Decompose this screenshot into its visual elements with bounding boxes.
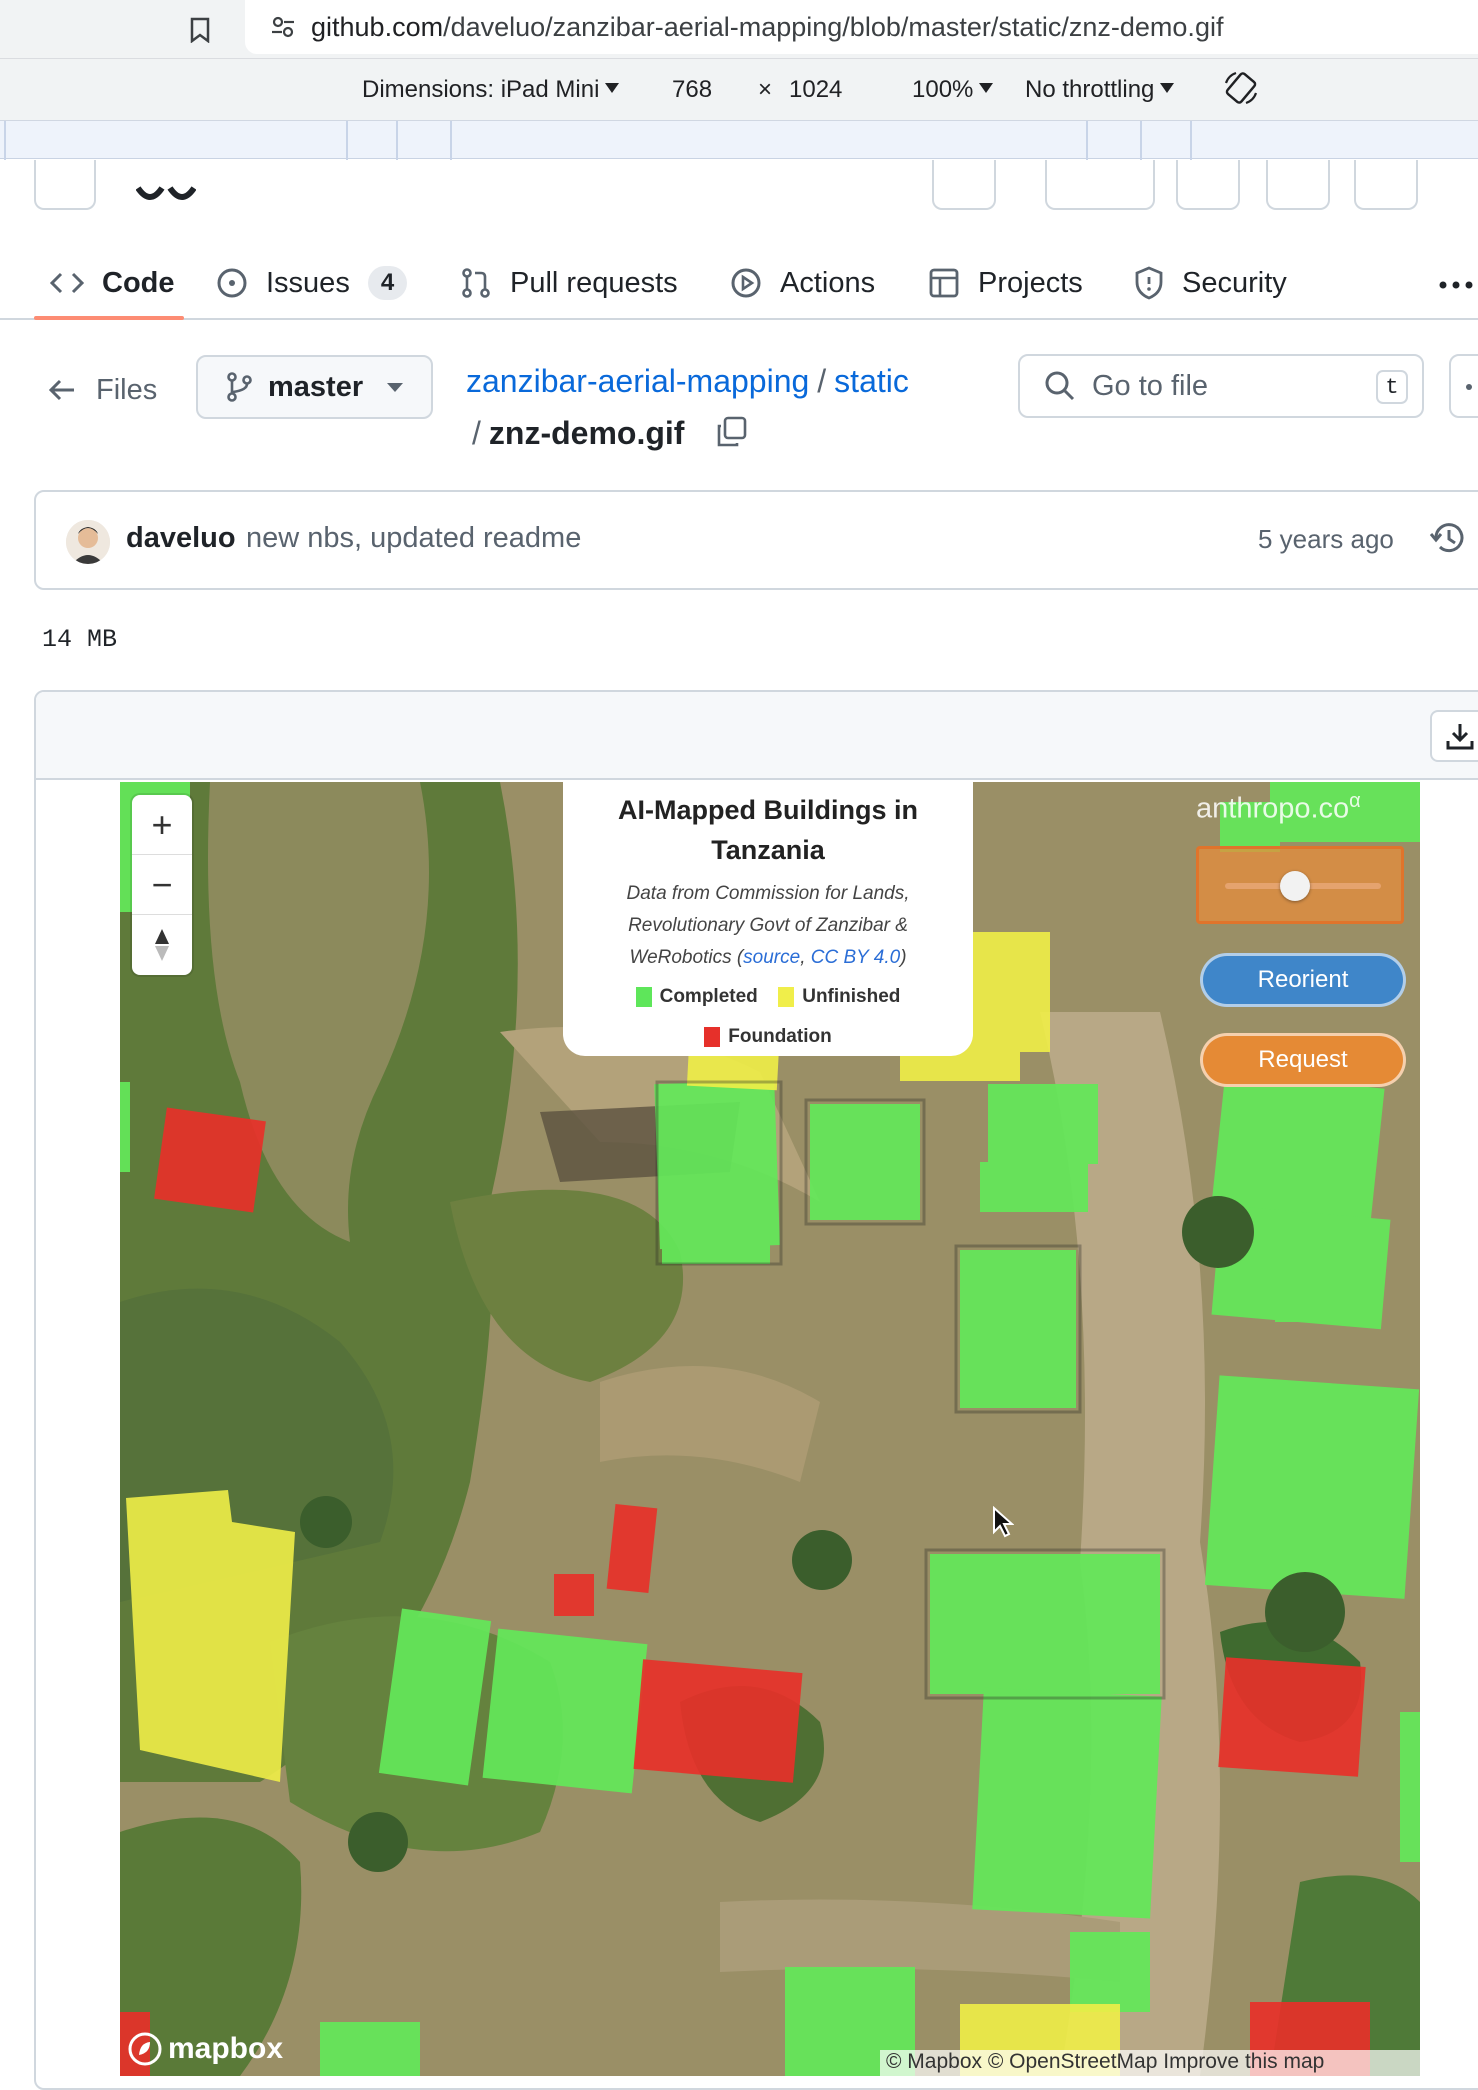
legend-items: Completed Unfinished bbox=[563, 986, 973, 1012]
copy-icon[interactable] bbox=[715, 415, 749, 449]
media-query-ruler[interactable] bbox=[0, 120, 1478, 160]
legend-item-foundation: Foundation bbox=[704, 1026, 832, 1048]
slider-handle[interactable] bbox=[1280, 871, 1311, 901]
chevron-down-icon bbox=[387, 382, 404, 392]
commit-message-link[interactable]: new nbs, updated readme bbox=[246, 522, 581, 555]
width-input[interactable]: 768 bbox=[672, 76, 712, 104]
branch-icon bbox=[227, 372, 252, 402]
chevron-down-icon bbox=[979, 83, 994, 93]
create-button[interactable] bbox=[1176, 160, 1240, 210]
tab-actions[interactable]: Actions bbox=[730, 258, 875, 308]
zoom-select[interactable]: 100% bbox=[912, 76, 994, 104]
legend-item-completed: Completed bbox=[635, 986, 758, 1008]
keyboard-shortcut-badge: t bbox=[1376, 370, 1408, 404]
map-zoom-control: + − bbox=[132, 795, 192, 975]
map-legend: AI-Mapped Buildings in Tanzania Data from… bbox=[563, 782, 973, 1056]
history-icon[interactable] bbox=[1428, 518, 1468, 563]
zoom-out-button[interactable]: − bbox=[132, 855, 192, 915]
tab-code[interactable]: Code bbox=[50, 258, 175, 308]
breadcrumb-folder-link[interactable]: static bbox=[834, 363, 909, 399]
tab-label: Code bbox=[102, 266, 175, 299]
repo-nav: Code Issues 4 Pull requests Actions Proj… bbox=[0, 210, 1478, 320]
tab-issues[interactable]: Issues 4 bbox=[216, 258, 408, 308]
mapbox-logo[interactable]: mapbox bbox=[128, 2032, 283, 2066]
device-toolbar: Dimensions: iPad Mini 768 × 1024 100% No… bbox=[0, 58, 1478, 120]
shield-icon bbox=[1135, 266, 1163, 300]
tab-pull-requests[interactable]: Pull requests bbox=[460, 258, 678, 308]
tab-security[interactable]: Security bbox=[1134, 258, 1287, 308]
code-icon bbox=[50, 272, 84, 294]
legend-swatch bbox=[778, 987, 795, 1007]
chevron-down-icon bbox=[605, 83, 620, 93]
compass-icon[interactable] bbox=[132, 915, 192, 975]
reorient-button[interactable]: Reorient bbox=[1200, 953, 1406, 1007]
zoom-in-button[interactable]: + bbox=[132, 795, 192, 855]
file-viewer-header bbox=[36, 692, 1478, 780]
opacity-slider[interactable] bbox=[1196, 846, 1404, 924]
menu-button[interactable] bbox=[34, 160, 96, 210]
issue-icon bbox=[217, 268, 247, 298]
license-link[interactable]: CC BY 4.0 bbox=[811, 947, 900, 968]
bookmark-icon[interactable] bbox=[183, 10, 217, 50]
go-to-file-input[interactable]: Go to file t bbox=[1018, 354, 1424, 418]
pull-requests-button[interactable] bbox=[1354, 160, 1418, 210]
more-tabs-icon[interactable] bbox=[1438, 260, 1478, 310]
file-size: 14 MB bbox=[42, 625, 118, 654]
mouse-cursor-icon bbox=[992, 1505, 1015, 1543]
table-icon bbox=[929, 268, 959, 298]
legend-swatch bbox=[704, 1027, 721, 1047]
download-icon bbox=[1446, 724, 1474, 750]
rotate-icon[interactable] bbox=[1222, 69, 1260, 114]
tab-label: Security bbox=[1182, 266, 1287, 299]
legend-swatch bbox=[635, 987, 652, 1007]
request-button[interactable]: Request bbox=[1200, 1033, 1406, 1087]
commit-author-link[interactable]: daveluo bbox=[126, 522, 236, 555]
device-select[interactable]: Dimensions: iPad Mini bbox=[362, 76, 620, 104]
kebab-icon bbox=[1466, 384, 1472, 390]
tab-label: Actions bbox=[780, 266, 876, 299]
legend-title: AI-Mapped Buildings in Tanzania bbox=[618, 795, 918, 865]
branch-select[interactable]: master bbox=[196, 355, 433, 419]
tab-label: Issues bbox=[266, 266, 350, 299]
tab-projects[interactable]: Projects bbox=[928, 258, 1083, 308]
copilot-button[interactable] bbox=[1045, 160, 1155, 210]
go-to-file-placeholder: Go to file bbox=[1092, 369, 1209, 402]
brand-logo: anthropo.coα bbox=[1196, 790, 1361, 825]
branch-name: master bbox=[268, 370, 364, 403]
address-bar[interactable]: github.com/daveluo/zanzibar-aerial-mappi… bbox=[245, 0, 1478, 54]
play-icon bbox=[731, 268, 761, 298]
site-settings-icon[interactable] bbox=[265, 9, 301, 45]
download-button[interactable] bbox=[1430, 710, 1478, 762]
breadcrumb-separator: / bbox=[472, 415, 481, 451]
tab-label: Projects bbox=[978, 266, 1083, 299]
legend-description: Data from Commission for Lands, Revoluti… bbox=[626, 883, 910, 968]
tab-label: Pull requests bbox=[510, 266, 678, 299]
breadcrumb-separator: / bbox=[817, 363, 827, 399]
more-options-button[interactable] bbox=[1449, 354, 1478, 418]
issues-count-badge: 4 bbox=[367, 266, 408, 300]
files-label: Files bbox=[96, 373, 158, 406]
files-toggle-button[interactable]: Files bbox=[48, 365, 157, 415]
avatar[interactable] bbox=[66, 520, 110, 564]
height-input[interactable]: 1024 bbox=[789, 76, 842, 104]
commit-time: 5 years ago bbox=[1258, 524, 1394, 554]
latest-commit-box: daveluo new nbs, updated readme 5 years … bbox=[34, 490, 1478, 590]
url-text: github.com/daveluo/zanzibar-aerial-mappi… bbox=[311, 11, 1224, 42]
mapbox-icon bbox=[128, 2032, 162, 2066]
search-button[interactable] bbox=[932, 160, 996, 210]
issues-button[interactable] bbox=[1266, 160, 1330, 210]
search-icon bbox=[1045, 371, 1075, 401]
map-attribution[interactable]: © Mapbox © OpenStreetMap Improve this ma… bbox=[880, 2050, 1420, 2076]
breadcrumb: zanzibar-aerial-mapping / static / znz-demo… bbox=[466, 355, 986, 459]
breadcrumb-file-name: znz-demo.gif bbox=[488, 415, 685, 451]
pull-request-icon bbox=[462, 268, 490, 298]
throttling-select[interactable]: No throttling bbox=[1025, 76, 1175, 104]
source-link[interactable]: source bbox=[743, 947, 800, 968]
selected-tab-indicator bbox=[34, 316, 184, 320]
legend-item-unfinished: Unfinished bbox=[778, 986, 900, 1008]
arrow-left-icon bbox=[48, 379, 74, 401]
breadcrumb-repo-link[interactable]: zanzibar-aerial-mapping bbox=[466, 363, 809, 399]
chevron-down-icon bbox=[1160, 83, 1175, 93]
times-icon: × bbox=[758, 76, 773, 103]
